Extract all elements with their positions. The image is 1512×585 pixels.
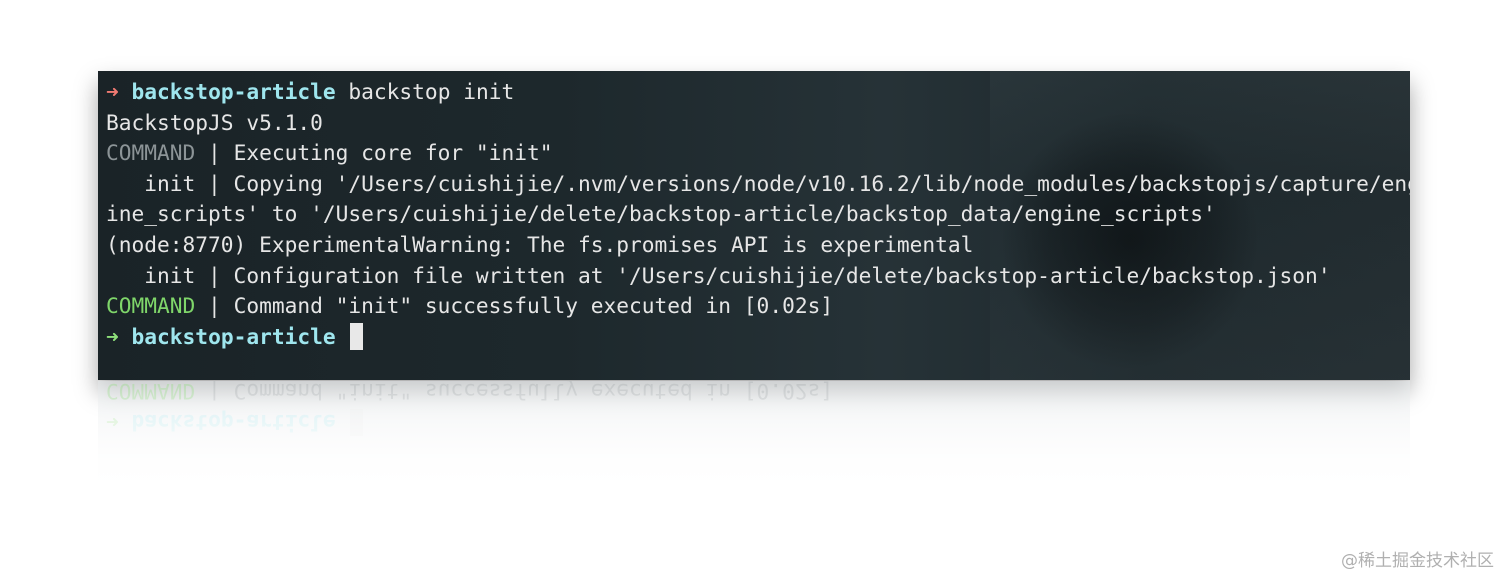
command-tag: COMMAND [106,140,196,166]
terminal-output: ➜ backstop-article backstop init Backsto… [98,71,1410,352]
prompt-directory: backstop-article [131,323,336,349]
prompt-line: ➜ backstop-article backstop init [106,77,1410,108]
output-line: (node:8770) ExperimentalWarning: The fs.… [106,231,974,257]
output-text: | Command "init" successfully executed i… [195,293,834,319]
prompt-line: ➜ backstop-article [106,322,1410,353]
output-text: | Executing core for "init" [195,140,553,166]
output-line: ine_scripts' to '/Users/cuishijie/delete… [106,201,1216,227]
output-line: COMMAND | Executing core for "init" [106,138,1410,169]
output-line: COMMAND | Command "init" successfully ex… [106,291,1410,322]
terminal-window[interactable]: ➜ backstop-article backstop init Backsto… [98,71,1410,380]
text-cursor[interactable] [350,322,364,350]
output-line: init | Copying '/Users/cuishijie/.nvm/ve… [106,170,1410,196]
prompt-arrow-icon: ➜ [106,79,119,104]
prompt-arrow-icon: ➜ [106,323,119,349]
terminal-reflection: ➜ backstop-article COMMAND | Command "in… [98,381,1410,501]
watermark: @稀土掘金技术社区 [1341,551,1494,571]
command-tag: COMMAND [106,293,196,319]
prompt-directory: backstop-article [131,79,336,104]
output-line: BackstopJS v5.1.0 [106,109,323,135]
screenshot-stage: ➜ backstop-article backstop init Backsto… [0,0,1512,585]
output-line: init | Configuration file written at '/U… [106,262,1331,288]
reflection-fade [98,381,1410,501]
prompt-command: backstop init [335,79,515,104]
